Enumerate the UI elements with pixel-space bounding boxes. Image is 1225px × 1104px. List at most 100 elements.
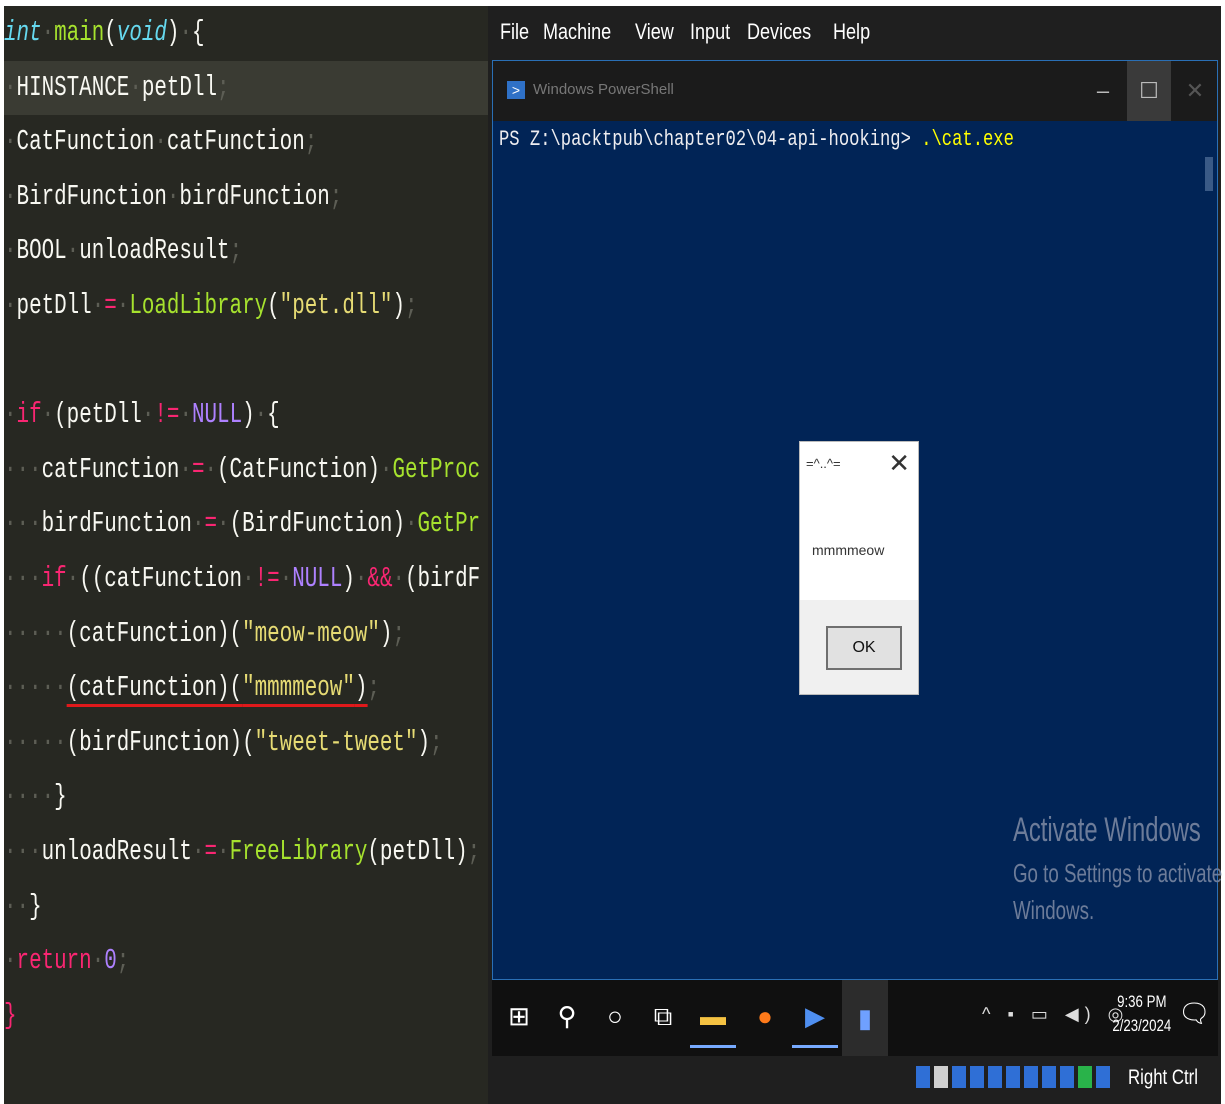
code-token: ·: [66, 234, 80, 268]
code-line[interactable]: ·return·0;: [4, 934, 488, 988]
code-token: "mmmmeow": [242, 671, 355, 708]
powershell-scrollbar[interactable]: [1205, 157, 1213, 191]
code-token: (catFunction)(: [66, 671, 243, 708]
code-token: (BirdFunction): [229, 507, 405, 541]
code-line[interactable]: int·main(void)·{: [4, 6, 488, 60]
code-token: ((catFunction: [79, 562, 243, 595]
taskbar-clock[interactable]: 9:36 PM 2/23/2024: [1104, 990, 1180, 1038]
code-line[interactable]: ···birdFunction·=·(BirdFunction)·GetPr: [4, 497, 488, 551]
code-token: ·: [116, 289, 130, 322]
close-button[interactable]: ✕: [1173, 61, 1217, 121]
code-token: ): [379, 616, 393, 650]
code-token: main: [54, 16, 105, 49]
shared-folders-icon[interactable]: [1006, 1066, 1020, 1088]
code-token: ·: [141, 398, 155, 432]
vm-menu-input[interactable]: Input: [690, 19, 730, 45]
code-line[interactable]: ··}: [4, 880, 488, 934]
code-token: 0: [104, 944, 117, 978]
code-token: ): [166, 16, 180, 49]
code-token: unloadResult: [41, 835, 192, 868]
cpu-icon[interactable]: [1078, 1066, 1092, 1088]
notifications-icon[interactable]: 🗨: [1178, 998, 1211, 1029]
code-line[interactable]: ·if·(petDll·!=·NULL)·{: [4, 388, 488, 442]
powershell-icon[interactable]: ▶: [792, 998, 838, 1048]
message-box-close-icon[interactable]: ✕: [888, 448, 910, 479]
code-token: ): [417, 725, 431, 759]
drag-drop-icon[interactable]: [1060, 1066, 1074, 1088]
powershell-window[interactable]: > Windows PowerShell – ☐ ✕ PS Z:\packtpu…: [492, 60, 1222, 980]
code-token: (birdF: [405, 562, 481, 595]
code-token: (birdFunction)(: [66, 725, 255, 759]
code-token: ;: [217, 70, 230, 104]
code-token: BirdFunction: [16, 179, 167, 213]
activate-line-3: Windows.: [1013, 895, 1095, 925]
maximize-button[interactable]: ☐: [1127, 61, 1171, 121]
usb-icon[interactable]: [988, 1066, 1002, 1088]
code-line[interactable]: }: [4, 989, 488, 1043]
activate-line-2: Go to Settings to activate: [1013, 858, 1223, 888]
minimize-button[interactable]: –: [1081, 61, 1125, 121]
code-line[interactable]: ·CatFunction·catFunction;: [4, 115, 488, 169]
display-icon[interactable]: [1024, 1066, 1038, 1088]
code-line[interactable]: ·BirdFunction·birdFunction;: [4, 170, 488, 224]
code-token: CatFunction: [16, 125, 155, 159]
hdd-icon[interactable]: [916, 1066, 930, 1088]
indent-whitespace: ··: [4, 889, 30, 923]
code-token: ·: [179, 16, 192, 49]
code-token: ·: [191, 835, 205, 868]
indent-whitespace: ···: [4, 507, 42, 541]
code-token: }: [4, 998, 17, 1032]
code-token: unloadResult: [79, 234, 230, 268]
optical-drive-icon[interactable]: [934, 1066, 948, 1088]
code-token: ): [342, 562, 355, 595]
code-token: return: [16, 944, 92, 978]
clock-time: 9:36 PM: [1117, 992, 1167, 1011]
windows-start-icon[interactable]: ⊞: [504, 998, 534, 1034]
code-token: ·: [279, 562, 293, 595]
vm-menu-machine[interactable]: Machine: [543, 19, 611, 45]
vm-menu-help[interactable]: Help: [833, 19, 870, 45]
code-line[interactable]: ·····(birdFunction)("tweet-tweet");: [4, 716, 488, 770]
code-line[interactable]: ·HINSTANCE·petDll;: [4, 60, 488, 115]
code-token: BOOL: [16, 234, 67, 268]
cortana-icon[interactable]: ○: [600, 998, 630, 1034]
message-box-dialog[interactable]: =^..^= ✕ mmmmeow OK: [799, 441, 919, 695]
task-view-icon[interactable]: ⧉: [648, 998, 678, 1034]
vm-menu-devices[interactable]: Devices: [747, 19, 811, 45]
network-icon[interactable]: [970, 1066, 984, 1088]
code-line[interactable]: ·····(catFunction)("mmmmeow");: [4, 661, 488, 715]
mouse-integration-icon[interactable]: [1096, 1066, 1110, 1088]
code-line[interactable]: ····}: [4, 770, 488, 824]
code-token: =: [104, 289, 117, 322]
vm-menu-file[interactable]: File: [500, 19, 529, 45]
code-editor[interactable]: int·main(void)·{·HINSTANCE·petDll; ·CatFu…: [4, 6, 488, 1104]
code-line[interactable]: ···catFunction·=·(CatFunction)·GetProc: [4, 443, 488, 497]
recording-icon[interactable]: [1042, 1066, 1056, 1088]
code-line[interactable]: ···unloadResult·=·FreeLibrary(petDll);: [4, 825, 488, 879]
code-token: {: [267, 398, 280, 432]
code-line[interactable]: ·BOOL·unloadResult;: [4, 224, 488, 278]
code-token: }: [54, 780, 67, 814]
search-icon[interactable]: ⚲: [552, 998, 582, 1034]
vm-status-icons[interactable]: [916, 1066, 1110, 1088]
code-token: ·: [66, 562, 80, 595]
code-token: ·: [179, 398, 192, 432]
file-explorer-icon[interactable]: ▬: [690, 998, 736, 1048]
indent-whitespace: ·: [4, 944, 17, 978]
code-line[interactable]: ·····(catFunction)("meow-meow");: [4, 607, 488, 661]
active-app-icon[interactable]: ▮: [842, 980, 888, 1056]
ok-button[interactable]: OK: [826, 626, 902, 670]
code-token: ·: [379, 452, 393, 486]
code-token: void: [116, 16, 167, 49]
code-line[interactable]: [4, 334, 488, 388]
vm-menu-view[interactable]: View: [635, 19, 674, 45]
code-token: =: [204, 835, 218, 868]
code-line[interactable]: ·petDll·=·LoadLibrary("pet.dll");: [4, 279, 488, 333]
firefox-icon[interactable]: ●: [750, 998, 780, 1034]
code-token: "meow-meow": [242, 616, 380, 650]
powershell-titlebar[interactable]: > Windows PowerShell – ☐ ✕: [493, 61, 1217, 121]
code-token: ·: [404, 507, 418, 541]
code-line[interactable]: ···if·((catFunction·!=·NULL)·&&·(birdF: [4, 552, 488, 606]
audio-icon[interactable]: [952, 1066, 966, 1088]
code-token: ·: [91, 944, 105, 978]
